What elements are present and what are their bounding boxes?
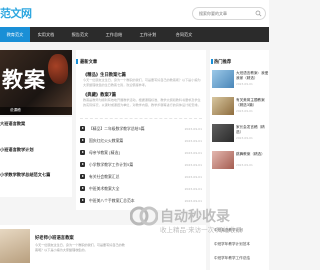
section-heading-hot: 热门推荐 xyxy=(210,59,232,65)
list-item-title[interactable]: 国庆红红火火教案篇 xyxy=(89,138,123,144)
play-icon xyxy=(80,162,85,167)
list-item[interactable]: 有关社会教案汇总 2023-09-01 xyxy=(80,173,202,180)
left-article-list: 大班语言教案 小班语言教学计划 小学数学教学总结范文七篇 xyxy=(0,117,72,197)
card-thumbnail[interactable] xyxy=(0,229,30,263)
card-desc: 今天一位朋友过生日，身为一个教职的我们，可是要写好自己的教案呢？以下是小编为大家… xyxy=(35,243,125,252)
list-item[interactable]: 中班美八个手教案汇总范本 2023-09-01 xyxy=(80,197,202,204)
hot-date: 2023-09-01 xyxy=(236,136,253,140)
list-item-title[interactable]: 中班美八个手教案汇总范本 xyxy=(89,198,135,204)
hot-title[interactable]: 家长会发言稿（精选） xyxy=(236,125,269,134)
site-logo[interactable]: 范文网 xyxy=(0,6,32,20)
search-box[interactable] xyxy=(192,7,266,20)
hot-thumbnail[interactable] xyxy=(212,124,234,142)
watermark-brand: 自动秒收录 xyxy=(160,209,230,225)
main-nav: 教育范文 实用文档 报告范文 工作总结 工作计划 合同范文 xyxy=(0,27,269,42)
hot-item[interactable]: 大班语言教案：我爱我家（精选） 2023-09-01 xyxy=(212,70,269,96)
hot-title[interactable]: 有关美育主题教案（精选3篇） xyxy=(236,98,269,107)
hero-banner[interactable]: 教案 说课稿 xyxy=(0,50,72,115)
right-link[interactable]: 中班学年教学计划范本 xyxy=(214,242,250,247)
nav-item-education[interactable]: 教育范文 xyxy=(0,27,30,42)
play-icon xyxy=(80,150,85,155)
play-icon xyxy=(80,126,85,131)
card-title[interactable]: 好老师小班语言教案 xyxy=(35,235,74,241)
logo-text[interactable]: 范文网 xyxy=(0,5,32,21)
hot-title[interactable]: 大班语言教案：我爱我家（精选） xyxy=(236,71,269,80)
list-item-date: 2023-09-01 xyxy=(184,174,202,179)
hot-item[interactable]: 家长会发言稿（精选） 2023-09-01 xyxy=(212,124,269,150)
nav-item-report[interactable]: 报告范文 xyxy=(62,27,98,42)
play-icon xyxy=(80,138,85,143)
list-item-date: 2023-09-01 xyxy=(184,126,202,131)
play-icon xyxy=(80,186,85,191)
feature-desc: 今天一位朋友过生日，身为一个教职的我们，可是要写好自己的教案呢？以下是小编为大家… xyxy=(83,78,201,87)
hot-item[interactable]: 有关美育主题教案（精选3篇） 2023-09-01 xyxy=(212,97,269,123)
leaf-decoration xyxy=(48,54,68,84)
list-item-date: 2023-09-01 xyxy=(184,150,202,155)
hot-title[interactable]: 跳舞教案（精选） xyxy=(236,152,269,157)
section-heading-latest: 最新文章 xyxy=(75,59,98,65)
list-item[interactable]: 【精品】二年级数学教学总结5篇 2023-09-01 xyxy=(80,125,202,132)
right-link[interactable]: 中班学年教学工作总结 xyxy=(214,256,250,261)
list-item-title[interactable]: 母亲节教案 [精选] xyxy=(89,150,120,156)
list-item[interactable]: 国庆红红火火教案篇 2023-09-01 xyxy=(80,137,202,144)
hero-caption-bar: 说课稿 xyxy=(0,107,72,115)
hero-caption: 说课稿 xyxy=(10,108,21,112)
list-item-title[interactable]: 【精品】二年级数学教学总结5篇 xyxy=(89,126,145,132)
hot-date: 2023-09-01 xyxy=(236,82,253,86)
left-item[interactable]: 大班语言教案 xyxy=(0,121,25,127)
site-header: 范文网 xyxy=(0,0,269,27)
play-icon xyxy=(80,198,85,203)
hot-thumbnail[interactable] xyxy=(212,97,234,115)
list-item-date: 2023-09-01 xyxy=(184,138,202,143)
list-item-title[interactable]: 中班美术教案大全 xyxy=(89,186,119,192)
list-item-title[interactable]: 小学数学教学工作计划5篇 xyxy=(89,162,133,168)
hot-date: 2023-09-01 xyxy=(236,163,253,167)
nav-item-contract[interactable]: 合同范文 xyxy=(166,27,202,42)
nav-item-plan[interactable]: 工作计划 xyxy=(130,27,166,42)
hot-thumbnail[interactable] xyxy=(212,70,234,88)
search-icon[interactable] xyxy=(255,10,262,17)
hot-item[interactable]: 跳舞教案（精选） 2023-09-01 xyxy=(212,151,269,177)
left-item[interactable]: 小学数学教学总结范文七篇 xyxy=(0,172,50,178)
hot-thumbnail[interactable] xyxy=(212,151,234,169)
play-icon xyxy=(80,174,85,179)
search-input[interactable] xyxy=(193,8,255,19)
list-item[interactable]: 母亲节教案 [精选] 2023-09-01 xyxy=(80,149,202,156)
watermark-logo-icon xyxy=(130,206,158,226)
hot-recommendations: 热门推荐 大班语言教案：我爱我家（精选） 2023-09-01 有关美育主题教案… xyxy=(210,50,269,270)
list-item[interactable]: 中班美术教案大全 2023-09-01 xyxy=(80,185,202,192)
nav-item-summary[interactable]: 工作总结 xyxy=(98,27,130,42)
list-item-date: 2023-09-01 xyxy=(184,186,202,191)
nav-item-practical[interactable]: 实用文档 xyxy=(30,27,62,42)
feature-desc: 教案是教师为顺利有效地开展教学活动，根据课程标准、教学大纲和教科书要求及学生的实… xyxy=(83,98,201,107)
left-item[interactable]: 小班语言教学计划 xyxy=(0,147,34,153)
latest-articles: 最新文章 《精品》生日教案七篇 今天一位朋友过生日，身为一个教职的我们，可是要写… xyxy=(75,50,206,210)
watermark-tagline: 收上精品·来访一次·网站收录 xyxy=(160,226,243,234)
hero-title: 教案 xyxy=(2,67,46,92)
list-item-date: 2023-09-01 xyxy=(184,162,202,167)
list-item-date: 2023-09-01 xyxy=(184,198,202,203)
hot-date: 2023-09-01 xyxy=(236,109,253,113)
divider xyxy=(80,118,202,119)
list-item[interactable]: 小学数学教学工作计划5篇 2023-09-01 xyxy=(80,161,202,168)
list-item-title[interactable]: 有关社会教案汇总 xyxy=(89,174,119,180)
